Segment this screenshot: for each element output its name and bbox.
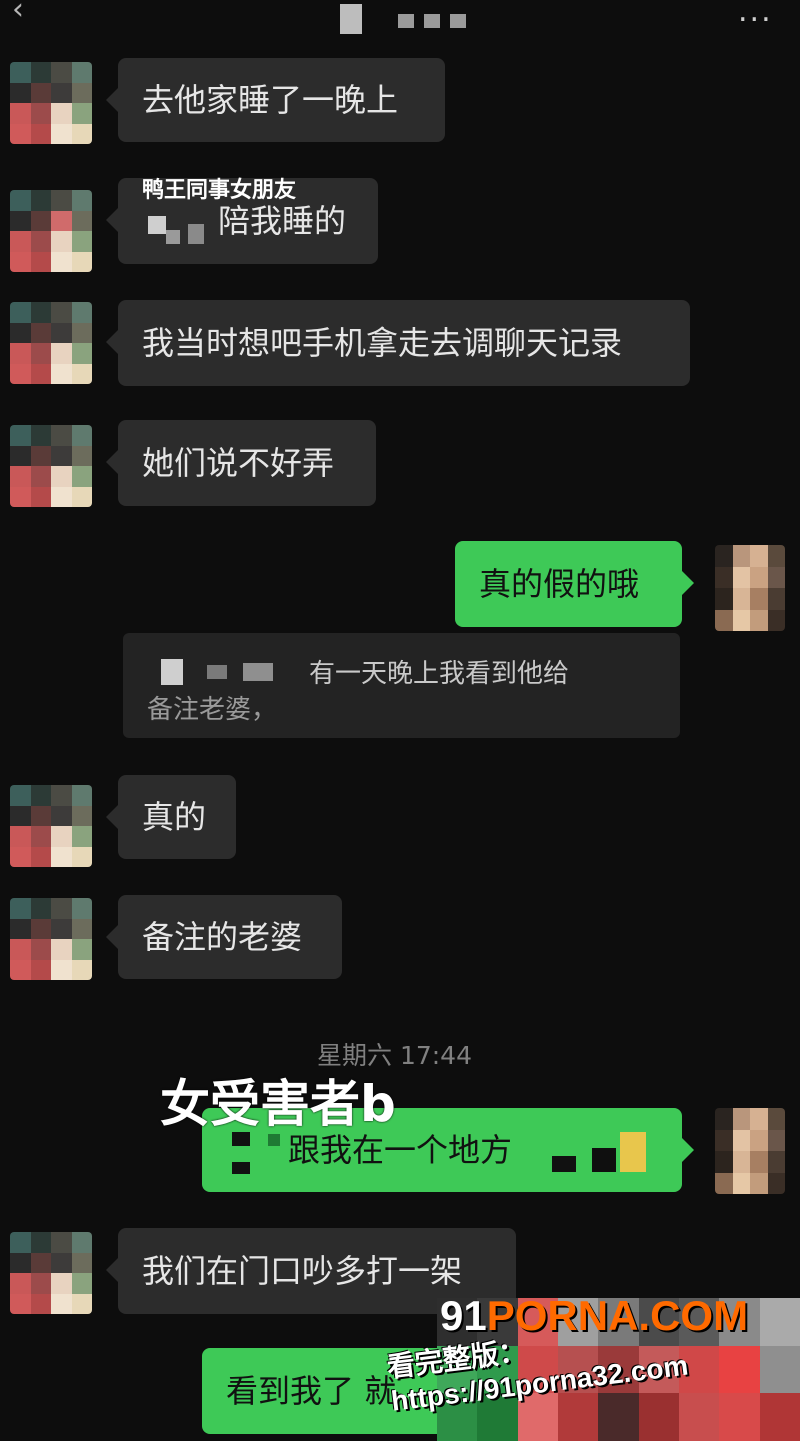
avatar[interactable] xyxy=(10,1232,92,1314)
avatar[interactable] xyxy=(10,62,92,144)
avatar[interactable] xyxy=(10,898,92,980)
message-bubble[interactable]: 备注的老婆 xyxy=(106,895,342,979)
avatar[interactable] xyxy=(10,785,92,867)
message-bubble[interactable]: 我当时想吧手机拿走去调聊天记录 xyxy=(106,300,690,386)
avatar[interactable] xyxy=(10,425,92,507)
chat-title-pixelated xyxy=(340,4,470,34)
quote-line: 备注老婆， xyxy=(147,695,278,725)
message-text: 她们说不好弄 xyxy=(142,444,335,482)
chat-header: ‹ ... xyxy=(0,0,800,40)
more-options-icon[interactable]: ... xyxy=(738,0,773,29)
self-avatar[interactable] xyxy=(715,545,785,631)
self-avatar[interactable] xyxy=(715,1108,785,1194)
message-text: 真的 xyxy=(142,798,207,836)
message-bubble[interactable]: 真的 xyxy=(106,775,236,859)
message-text: 我们在门口吵多打一架 xyxy=(142,1252,463,1290)
back-chevron-icon[interactable]: ‹ xyxy=(12,0,42,27)
message-bubble-outgoing[interactable]: 真的假的哦 xyxy=(455,541,694,627)
caption-overlay: 女受害者b xyxy=(160,1075,396,1133)
message-text: 看到我了 就 xyxy=(226,1372,397,1410)
avatar[interactable] xyxy=(10,190,92,272)
message-text: 真的假的哦 xyxy=(479,565,640,603)
message-bubble[interactable]: 去他家睡了一晚上 xyxy=(106,58,445,142)
watermark-logo-prefix: 91 xyxy=(440,1292,487,1339)
quoted-message[interactable]: 有一天晚上我看到他给 备注老婆， xyxy=(123,633,680,738)
avatar[interactable] xyxy=(10,302,92,384)
quote-line: 有一天晚上我看到他给 xyxy=(309,659,570,689)
message-text: 跟我在一个地方 xyxy=(288,1131,513,1169)
message-text: 去他家睡了一晚上 xyxy=(142,81,399,119)
caption-overlay: 鸭王同事女朋友 xyxy=(142,178,297,203)
message-text: 陪我睡的 xyxy=(218,202,347,240)
message-bubble[interactable]: 她们说不好弄 xyxy=(106,420,376,506)
message-text: 备注的老婆 xyxy=(142,918,303,956)
message-text: 我当时想吧手机拿走去调聊天记录 xyxy=(142,324,623,362)
